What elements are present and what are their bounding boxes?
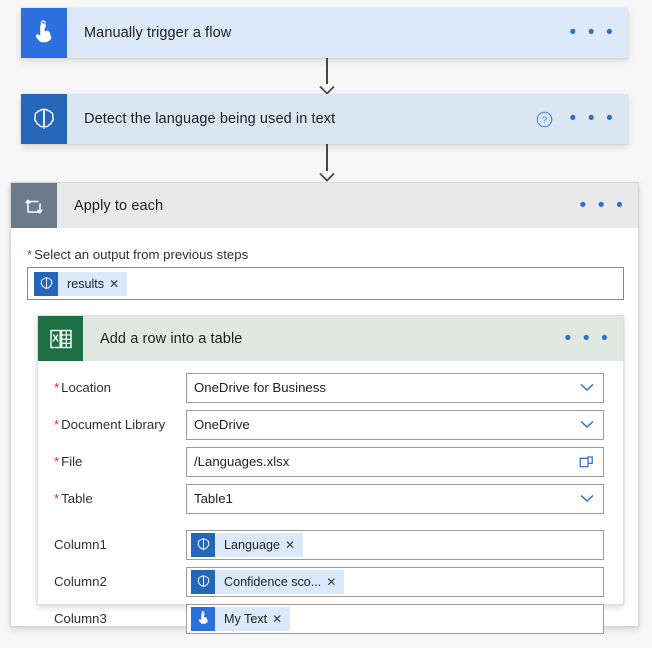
table-dropdown[interactable]: Table1 — [186, 483, 604, 514]
field-label-column1: Column1 — [54, 537, 107, 552]
close-icon[interactable]: ✕ — [285, 539, 303, 551]
tap-hand-icon — [21, 8, 67, 58]
flow-card-manual-trigger[interactable]: Manually trigger a flow • • • — [21, 8, 628, 58]
document-library-dropdown[interactable]: OneDrive — [186, 409, 604, 440]
column1-input[interactable]: Language ✕ — [186, 529, 604, 560]
svg-text:?: ? — [542, 115, 547, 126]
column2-input[interactable]: Confidence sco... ✕ — [186, 566, 604, 597]
brain-icon — [191, 532, 215, 557]
brain-icon — [21, 94, 67, 144]
connector-arrow-1 — [312, 58, 342, 95]
token-chip-label: Confidence sco... — [224, 574, 322, 589]
form-row-table: * Table Table1 — [38, 480, 623, 517]
form-row-file: * File /Languages.xlsx — [38, 443, 623, 480]
folder-icon[interactable] — [578, 455, 596, 469]
chevron-down-icon[interactable] — [578, 383, 596, 392]
flow-card-add-row-into-table[interactable]: X Add a row into a table • • • * Locatio… — [37, 315, 624, 634]
chevron-down-icon[interactable] — [578, 420, 596, 429]
required-marker: * — [54, 491, 60, 506]
form-row-location: * Location OneDrive for Business — [38, 369, 623, 406]
token-chip-label: My Text — [224, 611, 268, 626]
flow-card-apply-to-each[interactable]: Apply to each • • • * Select an output fr… — [10, 182, 639, 634]
form-row-column3: Column3 My Text ✕ — [38, 600, 623, 637]
overflow-menu-icon[interactable]: • • • — [579, 196, 626, 215]
file-input[interactable]: /Languages.xlsx — [186, 446, 604, 477]
field-label-text: Table — [61, 491, 93, 506]
field-label-table: * Table — [54, 491, 186, 506]
field-label-document-library: * Document Library — [54, 417, 186, 432]
loop-icon — [11, 183, 57, 228]
flow-card-detect-language[interactable]: Detect the language being used in text ?… — [21, 94, 628, 144]
apply-to-each-header-body: Apply to each • • • — [57, 183, 638, 228]
field-label-column3: Column3 — [54, 611, 107, 626]
field-label-column2: Column2 — [54, 574, 107, 589]
required-marker: * — [54, 380, 60, 395]
token-chip-confidence-score[interactable]: Confidence sco... ✕ — [191, 569, 345, 594]
brain-icon — [34, 271, 58, 296]
field-label-text: File — [61, 454, 83, 469]
token-chip-label: Language — [224, 537, 281, 552]
svg-text:X: X — [52, 333, 59, 344]
location-value: OneDrive for Business — [194, 380, 326, 395]
location-dropdown[interactable]: OneDrive for Business — [186, 372, 604, 403]
excel-icon: X — [38, 316, 83, 361]
token-chip-results[interactable]: results ✕ — [34, 271, 128, 296]
field-label-text: Location — [61, 380, 111, 395]
apply-to-each-title: Apply to each — [74, 197, 164, 214]
document-library-value: OneDrive — [194, 417, 250, 432]
arrow-head-icon — [319, 169, 335, 182]
flow-card-body: Detect the language being used in text ?… — [67, 94, 628, 144]
table-value: Table1 — [194, 491, 233, 506]
overflow-menu-icon[interactable]: • • • — [569, 109, 616, 128]
token-chip-language[interactable]: Language ✕ — [191, 532, 304, 557]
close-icon[interactable]: ✕ — [326, 576, 344, 588]
chevron-down-icon[interactable] — [578, 494, 596, 503]
select-output-input[interactable]: results ✕ — [27, 267, 624, 300]
field-label-location: * Location — [54, 380, 186, 395]
close-icon[interactable]: ✕ — [272, 613, 290, 625]
field-label-text: Document Library — [61, 417, 166, 432]
flow-card-title: Detect the language being used in text — [84, 111, 336, 127]
flow-card-body: Manually trigger a flow • • • — [67, 8, 628, 58]
file-value: /Languages.xlsx — [194, 454, 290, 469]
brain-icon — [191, 569, 215, 594]
arrow-head-icon — [319, 82, 335, 95]
select-output-label-text: Select an output from previous steps — [34, 247, 249, 262]
form-row-column1: Column1 Language ✕ — [38, 526, 623, 563]
add-row-title: Add a row into a table — [100, 330, 243, 347]
overflow-menu-icon[interactable]: • • • — [564, 329, 611, 348]
connector-line — [326, 58, 328, 84]
select-output-label: * Select an output from previous steps — [27, 247, 624, 262]
column3-input[interactable]: My Text ✕ — [186, 603, 604, 634]
select-output-field: * Select an output from previous steps re… — [27, 247, 624, 300]
help-icon[interactable]: ? — [536, 111, 553, 128]
tap-hand-icon — [191, 606, 215, 631]
close-icon[interactable]: ✕ — [109, 278, 127, 290]
required-marker: * — [54, 417, 60, 432]
form-row-column2: Column2 Confidence sco... ✕ — [38, 563, 623, 600]
add-row-form: * Location OneDrive for Business * Documen… — [38, 369, 623, 637]
add-row-header-body: Add a row into a table • • • — [83, 316, 623, 361]
apply-to-each-header[interactable]: Apply to each • • • — [11, 183, 638, 228]
overflow-menu-icon[interactable]: • • • — [569, 23, 616, 42]
form-row-document-library: * Document Library OneDrive — [38, 406, 623, 443]
field-label-file: * File — [54, 454, 186, 469]
token-chip-my-text[interactable]: My Text ✕ — [191, 606, 291, 631]
required-marker: * — [54, 454, 60, 469]
connector-line — [326, 144, 328, 171]
flow-card-title: Manually trigger a flow — [84, 25, 232, 41]
add-row-header[interactable]: X Add a row into a table • • • — [38, 316, 623, 361]
connector-arrow-2 — [312, 144, 342, 182]
form-spacer — [38, 517, 623, 526]
flow-designer-canvas: Manually trigger a flow • • • Detect the… — [0, 0, 652, 648]
required-marker: * — [27, 247, 33, 262]
token-chip-label: results — [67, 276, 105, 291]
